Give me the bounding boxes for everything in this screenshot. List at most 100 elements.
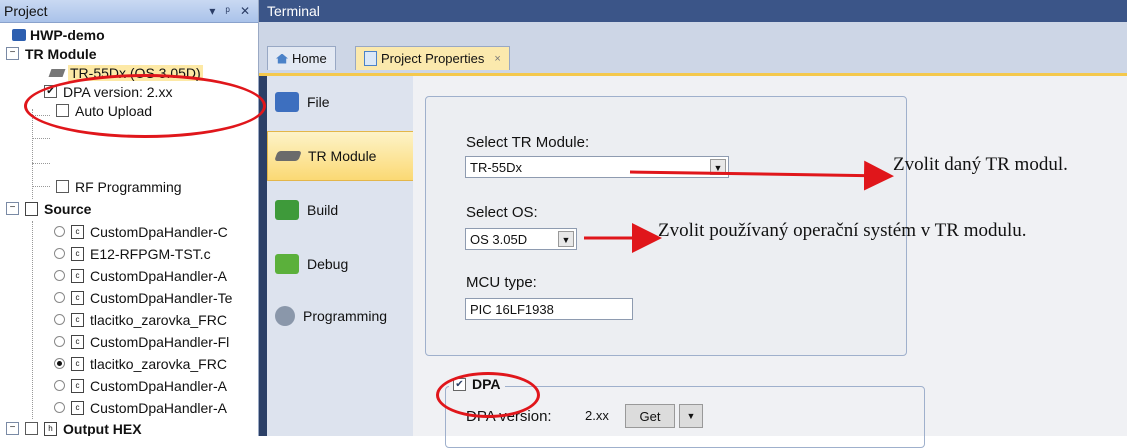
select-tr-dropdown[interactable]: TR-55Dx ▼: [465, 156, 729, 178]
nav-build[interactable]: Build: [267, 186, 413, 234]
source-radio[interactable]: [54, 402, 65, 413]
pin-icon[interactable]: ᵖ: [225, 4, 230, 18]
source-file-row[interactable]: c E12-RFPGM-TST.c: [54, 244, 211, 263]
nav-file[interactable]: File: [267, 78, 413, 126]
red-highlight-ellipse: [24, 74, 266, 138]
select-os-label: Select OS:: [466, 204, 538, 221]
nav-debug[interactable]: Debug: [267, 240, 413, 288]
source-file-row[interactable]: c tlacitko_zarovka_FRC: [54, 310, 227, 329]
source-file-name: CustomDpaHandler-A: [90, 399, 227, 416]
dpa-version-value: 2.xx: [585, 407, 609, 423]
terminal-title: Terminal: [267, 3, 320, 19]
hex-file-icon: h: [44, 421, 57, 436]
rf-programming-checkbox[interactable]: [56, 180, 69, 193]
dropdown-arrow-icon: ▼: [558, 231, 574, 247]
source-radio[interactable]: [54, 226, 65, 237]
file-icon: [275, 92, 299, 112]
source-file-name: CustomDpaHandler-A: [90, 267, 227, 284]
select-os-dropdown[interactable]: OS 3.05D ▼: [465, 228, 577, 250]
source-radio-selected[interactable]: [54, 358, 65, 369]
mcu-field[interactable]: PIC 16LF1938: [465, 298, 633, 320]
dropdown-arrow-icon: ▼: [710, 159, 726, 175]
nav-tr-module[interactable]: TR Module: [267, 131, 413, 181]
c-file-icon: c: [71, 246, 84, 261]
nav-programming-label: Programming: [303, 308, 388, 324]
annotation-os: Zvolit používaný operační systém v TR mo…: [658, 220, 1027, 241]
output-hex-label: Output HEX: [63, 420, 142, 437]
tab-strip: Home Project Properties ×: [259, 22, 1127, 74]
dropdown-arrow-icon: ▼: [686, 411, 696, 421]
select-tr-value: TR-55Dx: [470, 159, 523, 175]
source-file-row[interactable]: c CustomDpaHandler-A: [54, 376, 227, 395]
source-file-name: CustomDpaHandler-C: [90, 223, 228, 240]
tree-item-project[interactable]: HWP-demo: [12, 25, 105, 44]
source-file-row[interactable]: c tlacitko_zarovka_FRC: [54, 354, 227, 373]
source-file-row[interactable]: c CustomDpaHandler-C: [54, 222, 228, 241]
dpa-dropdown-button[interactable]: ▼: [679, 404, 703, 428]
output-hex-checkbox[interactable]: [25, 422, 38, 435]
red-highlight-ellipse: [436, 372, 540, 418]
build-icon: [275, 200, 299, 220]
source-file-name: E12-RFPGM-TST.c: [90, 245, 211, 262]
tr-module-label: TR Module: [25, 45, 97, 62]
nav-build-label: Build: [307, 202, 339, 218]
terminal-header: Terminal: [259, 0, 1127, 22]
tree-item-tr-module[interactable]: − TR Module: [6, 44, 97, 63]
debug-icon: [275, 254, 299, 274]
home-icon: [276, 53, 288, 64]
terminal-panel: Terminal Home Project Properties × File …: [259, 0, 1127, 448]
rf-programming-label: RF Programming: [75, 178, 182, 195]
collapse-icon[interactable]: −: [6, 47, 19, 60]
source-label: Source: [44, 200, 92, 217]
chip-icon: [274, 151, 302, 161]
get-button-label: Get: [639, 408, 661, 424]
mcu-label: MCU type:: [466, 274, 537, 291]
tab-home-label: Home: [292, 51, 327, 66]
nav-debug-label: Debug: [307, 256, 349, 272]
project-panel-header: Project ▾ ᵖ ✕: [0, 0, 258, 23]
source-file-name: CustomDpaHandler-A: [90, 377, 227, 394]
select-tr-label: Select TR Module:: [466, 134, 590, 151]
tab-close-icon[interactable]: ×: [494, 53, 500, 65]
source-file-row[interactable]: c CustomDpaHandler-Fl: [54, 332, 229, 351]
select-os-value: OS 3.05D: [470, 231, 528, 247]
properties-nav: File TR Module Build Debug Programming: [267, 76, 413, 436]
project-panel: Project ▾ ᵖ ✕ HWP-demo − TR Module TR-55…: [0, 0, 259, 436]
tab-project-properties[interactable]: Project Properties ×: [355, 46, 510, 70]
source-file-row[interactable]: c CustomDpaHandler-A: [54, 398, 227, 417]
tab-home[interactable]: Home: [267, 46, 336, 70]
source-file-row[interactable]: c CustomDpaHandler-A: [54, 266, 227, 285]
source-file-name: CustomDpaHandler-Fl: [90, 333, 230, 350]
source-file-name: tlacitko_zarovka_FRC: [90, 311, 227, 328]
dpa-version-field[interactable]: 2.xx: [581, 404, 617, 426]
source-radio[interactable]: [54, 270, 65, 281]
tree-item-rf-programming[interactable]: RF Programming: [56, 177, 182, 196]
source-radio[interactable]: [54, 336, 65, 347]
nav-file-label: File: [307, 94, 330, 110]
close-icon[interactable]: ✕: [240, 4, 250, 18]
annotation-tr-module: Zvolit daný TR modul.: [893, 154, 1068, 175]
get-button[interactable]: Get: [625, 404, 675, 428]
mcu-value: PIC 16LF1938: [470, 301, 554, 317]
source-radio[interactable]: [54, 314, 65, 325]
c-file-icon: c: [71, 224, 84, 239]
source-file-name: CustomDpaHandler-Te: [90, 289, 233, 306]
c-file-icon: c: [71, 268, 84, 283]
c-file-icon: c: [71, 400, 84, 415]
project-name: HWP-demo: [30, 26, 105, 43]
collapse-icon[interactable]: −: [6, 202, 19, 215]
nav-programming[interactable]: Programming: [267, 292, 413, 340]
tab-project-properties-label: Project Properties: [381, 51, 485, 66]
c-file-icon: c: [71, 356, 84, 371]
source-radio[interactable]: [54, 292, 65, 303]
tree-item-output-hex[interactable]: − h Output HEX: [6, 419, 142, 436]
project-icon: [12, 28, 26, 41]
tree-item-source[interactable]: − Source: [6, 199, 91, 218]
project-panel-title: Project: [4, 3, 48, 19]
source-radio[interactable]: [54, 248, 65, 259]
collapse-icon[interactable]: −: [6, 422, 19, 435]
properties-icon: [364, 51, 377, 66]
source-file-row[interactable]: c CustomDpaHandler-Te: [54, 288, 232, 307]
dropdown-icon[interactable]: ▾: [209, 4, 215, 18]
source-radio[interactable]: [54, 380, 65, 391]
